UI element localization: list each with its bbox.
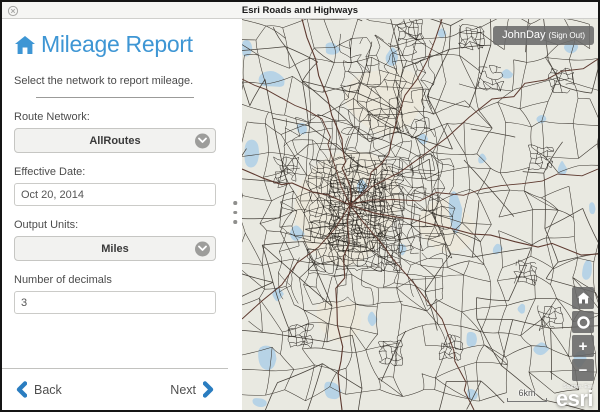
- route-network-select[interactable]: AllRoutes: [14, 128, 216, 153]
- scalebar-line: [507, 398, 547, 402]
- circle-x-icon: [7, 5, 19, 17]
- esri-logo: Sources: Esri esri: [556, 384, 593, 409]
- next-label: Next: [170, 383, 196, 397]
- effective-date-input[interactable]: [14, 183, 216, 206]
- page-title: Mileage Report: [41, 31, 193, 58]
- output-units-value: Miles: [101, 243, 129, 255]
- collapse-panel-icon[interactable]: [7, 4, 19, 16]
- app-title: Esri Roads and Highways: [242, 5, 358, 16]
- app-window: Esri Roads and Highways Mileage Report S…: [0, 0, 600, 412]
- panel-title-row: Mileage Report: [14, 31, 216, 58]
- route-network-label: Route Network:: [14, 111, 216, 123]
- map-controls: + −: [572, 287, 594, 381]
- user-sign-out-button[interactable]: JohnDay (Sign Out): [493, 26, 594, 45]
- home-icon: [577, 292, 590, 304]
- output-units-label: Output Units:: [14, 219, 216, 231]
- back-label: Back: [34, 383, 62, 397]
- output-units-select[interactable]: Miles: [14, 236, 216, 261]
- panel-splitter-handle[interactable]: [228, 19, 242, 410]
- user-name: JohnDay: [502, 29, 545, 41]
- zoom-in-button[interactable]: +: [572, 335, 594, 357]
- home-extent-button[interactable]: [572, 287, 594, 309]
- chevron-right-icon: [203, 381, 215, 398]
- sign-out-label: (Sign Out): [549, 31, 585, 40]
- titlebar: Esri Roads and Highways: [2, 2, 598, 19]
- locate-icon: [576, 315, 591, 330]
- scalebar: 6km: [507, 388, 547, 402]
- mileage-report-panel: Mileage Report Select the network to rep…: [2, 19, 228, 410]
- map-attribution: Sources: Esri: [556, 384, 593, 390]
- scalebar-label: 6km: [507, 388, 547, 398]
- map-canvas[interactable]: JohnDay (Sign Out) + −: [242, 19, 598, 410]
- drag-handle-dots-icon: [233, 195, 237, 230]
- panel-description: Select the network to report mileage.: [14, 75, 216, 87]
- effective-date-label: Effective Date:: [14, 166, 216, 178]
- zoom-out-button[interactable]: −: [572, 359, 594, 381]
- chevron-down-icon: [195, 241, 210, 256]
- decimals-input[interactable]: [14, 291, 216, 314]
- chevron-left-icon: [15, 381, 27, 398]
- decimals-label: Number of decimals: [14, 274, 216, 286]
- basemap-roads: [242, 19, 598, 410]
- back-button[interactable]: Back: [15, 381, 62, 398]
- next-button[interactable]: Next: [170, 381, 215, 398]
- content-area: Mileage Report Select the network to rep…: [2, 19, 598, 410]
- panel-footer: Back Next: [2, 368, 228, 410]
- esri-wordmark: esri: [556, 390, 593, 409]
- chevron-down-icon: [195, 133, 210, 148]
- route-network-value: AllRoutes: [89, 135, 140, 147]
- home-icon: [14, 35, 36, 55]
- locate-button[interactable]: [572, 311, 594, 333]
- description-divider: [36, 97, 194, 98]
